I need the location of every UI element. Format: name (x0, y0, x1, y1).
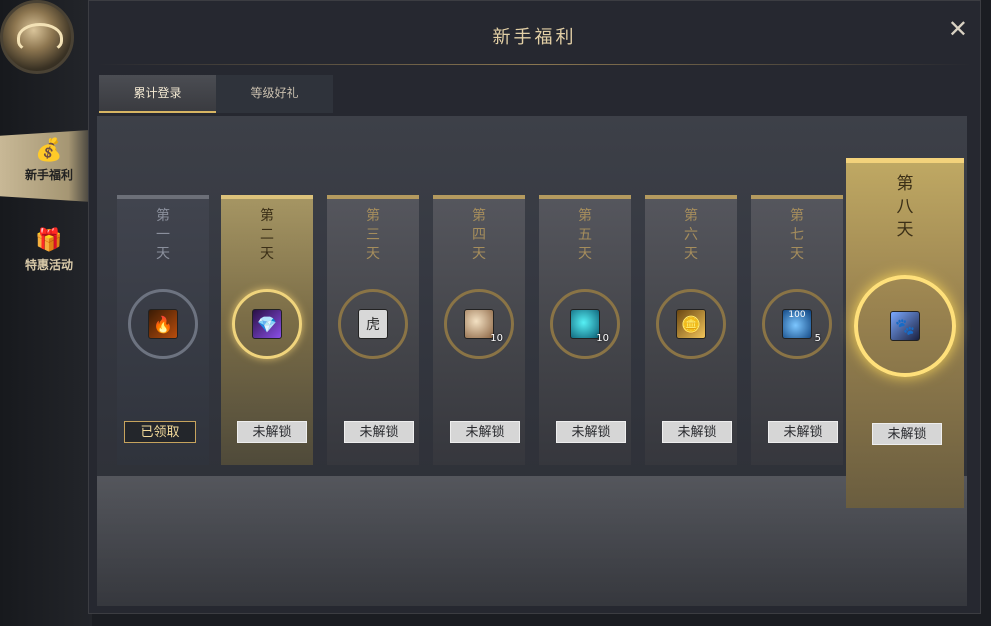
tab-cumulative-login[interactable]: 累计登录 (99, 75, 216, 113)
locked-button[interactable]: 未解锁 (768, 421, 838, 443)
gold-coins-icon[interactable]: 🪙 (676, 309, 706, 339)
day-banner-3: 第三天 虎 未解锁 (327, 195, 419, 465)
item-count: 10 (596, 333, 609, 344)
game-emblem-icon (0, 0, 74, 74)
sidebar-item-label: 新手福利 (24, 168, 73, 182)
claimed-status: 已领取 (124, 421, 196, 443)
day-banner-4: 第四天 10 未解锁 (433, 195, 525, 465)
locked-button[interactable]: 未解锁 (450, 421, 520, 443)
mount-icon[interactable]: 🐾 (890, 311, 920, 341)
locked-button[interactable]: 未解锁 (556, 421, 626, 443)
tab-bar: 累计登录 等级好礼 (99, 75, 333, 113)
locked-button[interactable]: 未解锁 (344, 421, 414, 443)
locked-button[interactable]: 未解锁 (662, 421, 732, 443)
blue-swirl-icon[interactable]: 10 (570, 309, 609, 344)
locked-button[interactable]: 未解锁 (237, 421, 307, 443)
day-banner-2: 第二天 💎 未解锁 (221, 195, 313, 465)
sidebar-item-label: 特惠活动 (24, 258, 73, 272)
day-banner-6: 第六天 🪙 未解锁 (645, 195, 737, 465)
day-banner-1: 第一天 🔥 已领取 (117, 195, 209, 465)
item-count: 10 (490, 333, 503, 344)
gift-box-icon: 🎁 (35, 228, 63, 253)
item-count: 5 (814, 333, 821, 344)
purple-gem-icon[interactable]: 💎 (252, 309, 282, 339)
close-icon[interactable]: ✕ (948, 15, 968, 43)
day-label: 第四天 (472, 208, 486, 262)
mist-decoration (97, 476, 967, 606)
item-count-label: 100 (788, 310, 806, 320)
window-title: 新手福利 (492, 27, 577, 48)
money-bag-icon: 💰 (35, 138, 63, 163)
blue-potion-100-icon[interactable]: 100 5 (782, 309, 821, 344)
sidebar-item-special-offer[interactable]: 🎁 特惠活动 (0, 226, 98, 282)
tiger-card-icon[interactable]: 虎 (358, 309, 388, 339)
day-banner-7: 第七天 100 5 未解锁 (751, 195, 843, 465)
day-label: 第二天 (260, 208, 274, 262)
day-label: 第六天 (684, 208, 698, 262)
tab-level-gifts[interactable]: 等级好礼 (216, 75, 333, 113)
day-label: 第七天 (790, 208, 804, 262)
day-banner-5: 第五天 10 未解锁 (539, 195, 631, 465)
title-divider (97, 64, 972, 65)
sidebar-item-newbie-welfare[interactable]: 💰 新手福利 (0, 130, 98, 202)
day-label: 第八天 (896, 174, 914, 240)
orb-icon[interactable]: 10 (464, 309, 503, 344)
left-sidebar: 💰 新手福利 🎁 特惠活动 (0, 0, 98, 626)
day-banner-8: 第八天 🐾 未解锁 (846, 158, 964, 508)
day-label: 第三天 (366, 208, 380, 262)
day-label: 第五天 (578, 208, 592, 262)
locked-button[interactable]: 未解锁 (872, 423, 942, 445)
fire-orb-icon[interactable]: 🔥 (148, 309, 178, 339)
day-label: 第一天 (156, 208, 170, 262)
